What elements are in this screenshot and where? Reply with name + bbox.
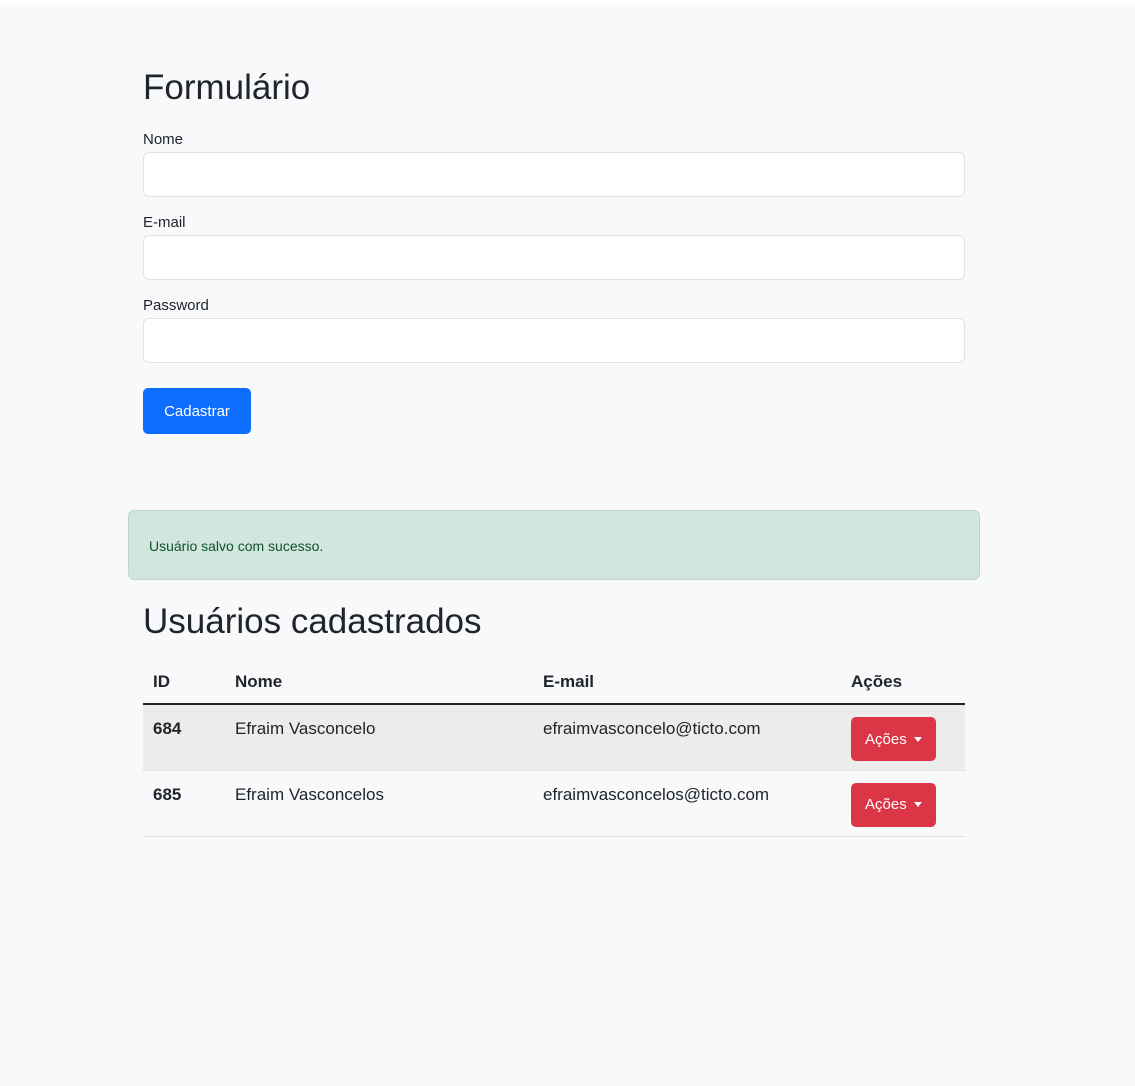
- user-id-cell: 684: [143, 704, 225, 771]
- user-email-cell: efraimvasconcelo@ticto.com: [533, 704, 841, 771]
- email-input[interactable]: [143, 235, 965, 280]
- user-actions-cell: Ações: [841, 704, 965, 771]
- user-name-cell: Efraim Vasconcelos: [225, 770, 533, 837]
- column-header-id: ID: [143, 660, 225, 705]
- table-row: 685 Efraim Vasconcelos efraimvasconcelos…: [143, 770, 965, 837]
- cadastrar-button[interactable]: Cadastrar: [143, 388, 251, 434]
- caret-down-icon: [913, 736, 922, 742]
- email-label: E-mail: [143, 214, 186, 231]
- name-input[interactable]: [143, 152, 965, 197]
- caret-down-icon: [913, 802, 922, 807]
- success-alert: Usuário salvo com sucesso.: [128, 510, 980, 580]
- column-header-acoes: Ações: [841, 660, 965, 705]
- actions-button-label: Ações: [865, 730, 907, 748]
- user-email-cell: efraimvasconcelos@ticto.com: [533, 770, 841, 837]
- form-title: Formulário: [143, 68, 311, 107]
- users-section-title: Usuários cadastrados: [143, 602, 482, 641]
- actions-button-label: Ações: [865, 796, 907, 813]
- user-id-cell: 685: [143, 770, 225, 837]
- users-table: ID Nome E-mail Ações 684 Efraim Vasconce…: [143, 660, 965, 837]
- table-header-row: ID Nome E-mail Ações: [143, 660, 965, 705]
- user-actions-cell: Ações: [841, 770, 965, 837]
- table-row: 684 Efraim Vasconcelo efraimvasconcelo@t…: [143, 704, 965, 771]
- column-header-nome: Nome: [225, 660, 533, 705]
- name-label: Nome: [143, 131, 184, 148]
- password-label: Password: [143, 297, 209, 314]
- user-name-cell: Efraim Vasconcelo: [225, 704, 533, 771]
- page: Formulário Nome E-mail Password Cadastra…: [0, 4, 1135, 1086]
- actions-dropdown-button[interactable]: Ações: [851, 717, 936, 761]
- column-header-email: E-mail: [533, 660, 841, 705]
- password-input[interactable]: [143, 318, 965, 363]
- actions-dropdown-button[interactable]: Ações: [851, 782, 936, 827]
